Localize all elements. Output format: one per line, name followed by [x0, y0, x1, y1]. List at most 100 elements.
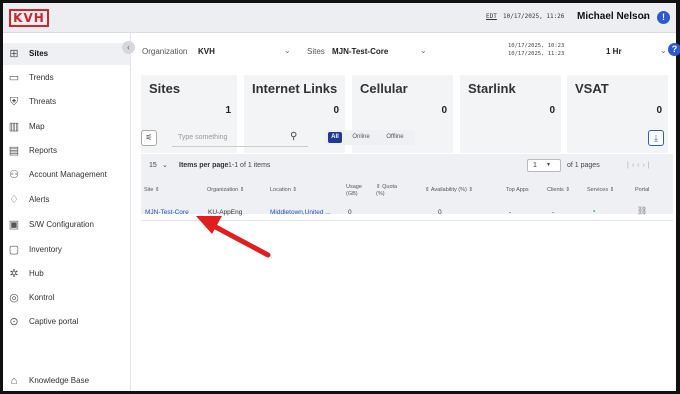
sidebar-item-label: Inventory — [29, 245, 62, 254]
page-select[interactable]: 1 — [527, 159, 561, 172]
notification-icon[interactable]: ! — [657, 11, 670, 24]
sidebar-item-label: Map — [29, 122, 45, 131]
sidebar-item-account-management[interactable]: ⚇ Account Management — [3, 164, 130, 186]
chevron-down-icon[interactable]: ⌄ — [641, 11, 649, 22]
search-icon[interactable]: ⚲ — [290, 131, 297, 142]
filter-offline-chip[interactable]: Offline — [380, 132, 410, 143]
site-link[interactable]: MJN-Test-Core — [145, 209, 189, 216]
sidebar-item-reports[interactable]: ▤ Reports — [3, 140, 130, 162]
chevron-down-icon[interactable]: ⌄ — [284, 46, 291, 55]
column-header-usage[interactable]: Usage (GB) — [346, 184, 362, 198]
column-header-location[interactable]: Location ⇕ — [270, 187, 297, 194]
column-header-quota[interactable]: ⇕ Quota (%) — [376, 184, 397, 198]
chevron-down-icon[interactable]: ▾ — [547, 161, 550, 168]
sidebar-item-label: Kontrol — [29, 293, 55, 302]
sidebar-item-knowledge-base[interactable]: ⌂ Knowledge Base — [3, 370, 130, 392]
report-icon: ▤ — [8, 145, 20, 157]
range-end: 10/17/2025, 11:23 — [508, 51, 565, 57]
user-menu[interactable]: Michael Nelson — [577, 11, 650, 22]
sidebar: ‹ ⊞ Sites ▭ Trends ⛨ Threats ▥ Map ▤ Reports ⚇ Acco… — [3, 33, 135, 392]
current-time: 10/17/2025, 11:26 — [503, 13, 565, 20]
column-header-site[interactable]: Site ⇕ — [144, 187, 160, 194]
service-status-icon[interactable]: ◔ — [591, 207, 596, 216]
items-per-page-label: Items per page — [179, 162, 229, 169]
sidebar-item-label: Knowledge Base — [29, 376, 90, 385]
sidebar-item-threats[interactable]: ⛨ Threats — [3, 91, 130, 113]
sidebar-item-inventory[interactable]: ▢ Inventory — [3, 239, 130, 261]
time-range: 10/17/2025, 10:23 10/17/2025, 11:23 — [508, 42, 564, 58]
organization-select[interactable]: KVH — [198, 47, 215, 56]
sidebar-item-map[interactable]: ▥ Map — [3, 116, 130, 138]
sidebar-item-label: Sites — [29, 49, 49, 58]
help-icon[interactable]: ? — [668, 43, 680, 56]
filter-online-chip[interactable]: Online — [346, 132, 376, 143]
page-count: of 1 pages — [567, 162, 600, 169]
timezone-label: EDT — [486, 13, 497, 20]
sidebar-item-label: S/W Configuration — [29, 220, 94, 229]
top-bar: KVH EDT 10/17/2025, 11:26 Michael Nelson… — [3, 3, 676, 33]
items-range: 1-1 of 1 items — [228, 162, 271, 169]
search-box[interactable]: Type something ⚲ — [172, 129, 308, 147]
sidebar-item-label: Trends — [29, 73, 54, 82]
search-input[interactable]: Type something — [178, 134, 227, 141]
row-divider — [141, 220, 673, 221]
card-title: VSAT — [575, 81, 609, 96]
sidebar-item-trends[interactable]: ▭ Trends — [3, 67, 130, 89]
card-title: Starlink — [468, 81, 516, 96]
config-icon: ▣ — [8, 219, 20, 231]
chevron-down-icon[interactable]: ⌄ — [420, 46, 427, 55]
column-header-organization[interactable]: Organization ⇕ — [207, 187, 244, 194]
organization-filter-label: Organization — [142, 47, 188, 56]
sidebar-item-label: Alerts — [29, 195, 50, 204]
summary-card-starlink: Starlink 0 — [460, 75, 561, 153]
cell-top-apps: - — [509, 209, 512, 216]
cell-organization: KU-AppEng — [208, 209, 243, 216]
portal-shield-icon: ⊙ — [9, 316, 19, 328]
hub-icon: ✲ — [9, 268, 19, 280]
shield-icon: ⛨ — [9, 96, 19, 108]
sites-select[interactable]: MJN-Test-Core — [332, 47, 388, 56]
card-value: 0 — [549, 105, 555, 116]
grid-icon: ⊞ — [9, 48, 19, 60]
sidebar-item-alerts[interactable]: ♢ Alerts — [3, 189, 130, 211]
collapse-sidebar-button[interactable]: ‹ — [122, 41, 135, 54]
card-title: Sites — [149, 81, 181, 96]
column-header-top-apps: Top Apps — [506, 187, 529, 193]
card-value: 0 — [333, 105, 339, 116]
location-link[interactable]: Middletown,United ... — [270, 209, 331, 216]
card-title: Internet Links — [252, 81, 338, 96]
column-header-services[interactable]: Services ⇕ — [587, 187, 614, 194]
sidebar-item-label: Hub — [29, 269, 44, 278]
column-header-availability[interactable]: ⇕ Availability (%) ⇕ — [425, 187, 473, 194]
range-start: 10/17/2025, 10:23 — [508, 43, 565, 49]
chevron-down-icon[interactable]: ⌄ — [162, 161, 168, 169]
bell-icon: ♢ — [9, 194, 19, 206]
sidebar-item-sites[interactable]: ⊞ Sites — [3, 43, 130, 65]
link-icon[interactable]: ⛓ — [637, 206, 647, 215]
cell-availability: 0 — [438, 209, 442, 216]
sidebar-item-hub[interactable]: ✲ Hub — [3, 263, 130, 285]
filter-all-chip[interactable]: All — [328, 132, 342, 143]
sidebar-item-captive-portal[interactable]: ⊙ Captive portal — [3, 311, 130, 333]
knowledge-icon: ⌂ — [10, 375, 18, 387]
sidebar-item-label: Threats — [29, 97, 57, 106]
card-title: Cellular — [360, 81, 408, 96]
cell-usage: 0 — [348, 209, 352, 216]
page-size-select[interactable]: 15 — [149, 162, 157, 169]
inventory-icon: ▢ — [8, 244, 20, 256]
column-header-clients[interactable]: Clients ⇕ — [547, 187, 570, 194]
chevron-down-icon[interactable]: ⌄ — [660, 46, 667, 55]
sidebar-item-label: Captive portal — [29, 317, 79, 326]
kontrol-icon: ◎ — [9, 292, 19, 304]
period-select[interactable]: 1 Hr — [606, 47, 622, 56]
sidebar-item-label: Account Management — [29, 170, 107, 179]
download-icon[interactable]: ⤓ — [648, 130, 664, 146]
sidebar-item-s-w-configuration[interactable]: ▣ S/W Configuration — [3, 214, 130, 236]
monitor-icon: ▭ — [8, 72, 20, 84]
sidebar-item-kontrol[interactable]: ◎ Kontrol — [3, 287, 130, 309]
card-value: 0 — [656, 105, 662, 116]
pagination-arrows[interactable]: |‹‹›| — [627, 162, 653, 169]
kvh-logo[interactable]: KVH — [9, 9, 49, 27]
filter-settings-button[interactable]: ⚟ — [141, 130, 157, 146]
cell-clients: - — [552, 209, 555, 216]
